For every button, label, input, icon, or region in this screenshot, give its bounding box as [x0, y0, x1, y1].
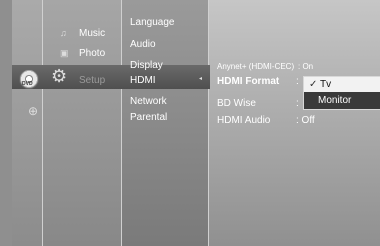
- anynet-value: : On: [298, 62, 314, 71]
- menu-audio[interactable]: Audio: [130, 39, 156, 51]
- anynet-label[interactable]: Anynet+ (HDMI-CEC): [217, 61, 294, 73]
- selection-highlight: [12, 65, 210, 89]
- hdmi-format-dropdown: ✓ Tv Monitor: [303, 76, 380, 110]
- hdmi-format-sep: :: [296, 76, 299, 87]
- nav-photo[interactable]: Photo: [79, 48, 105, 60]
- hdmi-audio-label[interactable]: HDMI Audio: [217, 115, 270, 127]
- option-tv[interactable]: Tv: [320, 79, 331, 91]
- icon-column: [12, 0, 43, 246]
- bd-wise-label[interactable]: BD Wise: [217, 98, 256, 110]
- left-frame: [0, 0, 12, 246]
- disc-icon-label: DVD: [22, 81, 33, 87]
- nav-setup[interactable]: Setup: [79, 75, 105, 87]
- music-icon: ♫: [60, 28, 67, 38]
- menu-language[interactable]: Language: [130, 17, 175, 29]
- menu-network[interactable]: Network: [130, 96, 167, 108]
- photo-icon: ▣: [60, 48, 69, 58]
- submenu-arrow-icon: ◂: [199, 76, 203, 82]
- hdmi-audio-value: : Off: [296, 115, 315, 126]
- hdmi-format-label[interactable]: HDMI Format: [217, 76, 279, 88]
- menu-hdmi[interactable]: HDMI: [130, 75, 156, 87]
- option-monitor[interactable]: Monitor: [318, 95, 351, 107]
- nav-music[interactable]: Music: [79, 28, 105, 40]
- globe-icon[interactable]: ⊕: [28, 104, 38, 118]
- menu-parental[interactable]: Parental: [130, 112, 167, 124]
- check-icon: ✓: [309, 79, 318, 90]
- bd-wise-sep: :: [296, 98, 299, 109]
- menu-display[interactable]: Display: [130, 60, 163, 72]
- gear-icon: ⚙: [51, 66, 68, 86]
